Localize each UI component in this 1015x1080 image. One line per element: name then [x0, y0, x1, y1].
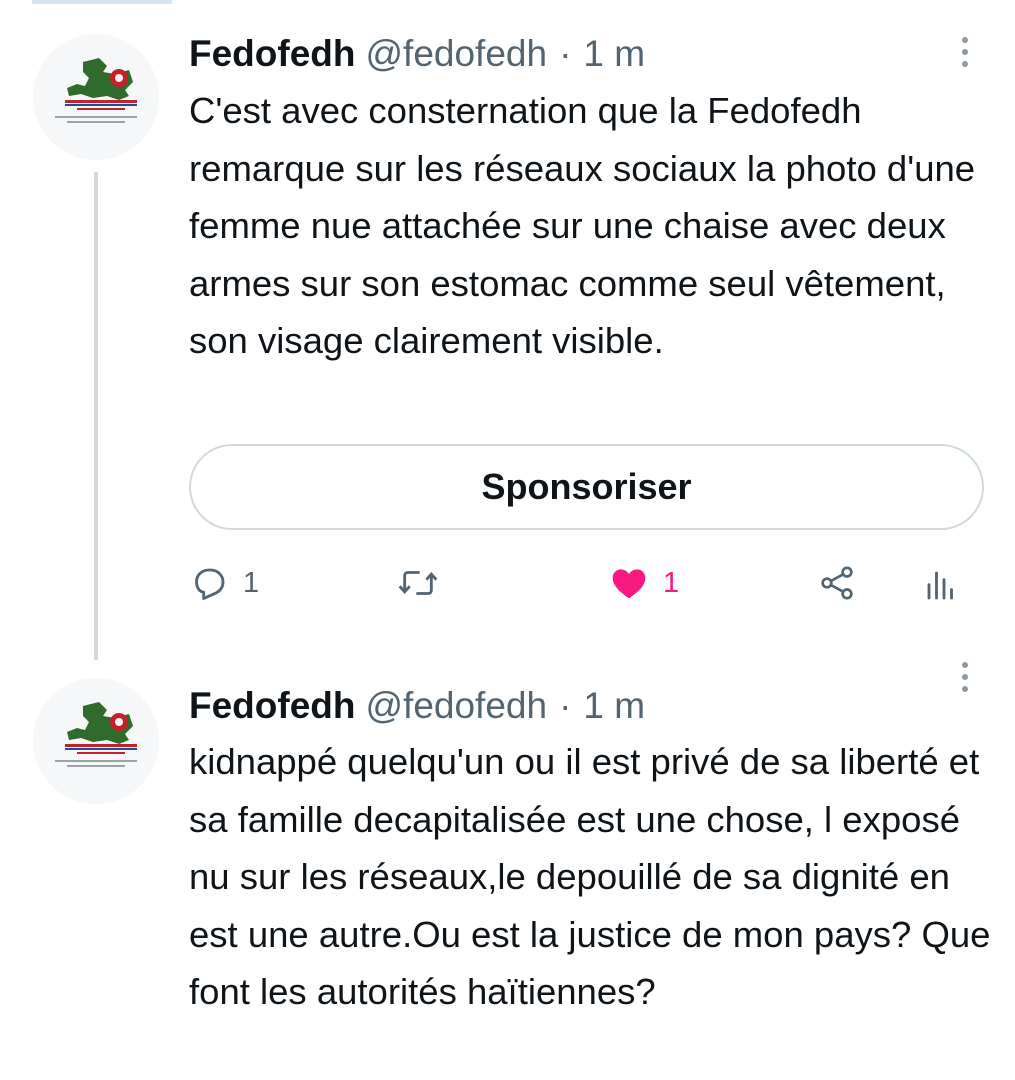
retweet-button[interactable]: [396, 555, 454, 611]
avatar[interactable]: [33, 678, 159, 804]
analytics-button[interactable]: [919, 555, 959, 611]
avatar[interactable]: [33, 34, 159, 160]
more-dot: [962, 49, 968, 55]
share-icon: [821, 566, 853, 600]
more-vertical-icon: [962, 662, 968, 668]
author-handle[interactable]: @fedofedh: [365, 33, 547, 75]
reply-count: 1: [243, 566, 260, 599]
sponsor-button[interactable]: Sponsoriser: [189, 444, 984, 530]
like-button[interactable]: 1: [609, 555, 679, 611]
author-name[interactable]: Fedofedh: [189, 685, 355, 727]
more-vertical-icon: [962, 37, 968, 43]
fedofedh-logo: [33, 34, 159, 160]
like-count: 1: [663, 566, 680, 599]
reply-button[interactable]: 1: [189, 555, 259, 611]
retweet-icon: [398, 571, 438, 595]
header-separator: ·: [559, 33, 572, 74]
analytics-icon: [927, 571, 953, 600]
more-options-button[interactable]: [950, 655, 980, 699]
author-handle[interactable]: @fedofedh: [365, 685, 547, 727]
reply-icon: [195, 568, 225, 600]
header-separator: ·: [559, 685, 572, 726]
author-name[interactable]: Fedofedh: [189, 33, 355, 75]
share-button[interactable]: [817, 555, 857, 611]
tweet-header: Fedofedh @fedofedh · 1 m: [189, 681, 645, 731]
more-dot: [962, 674, 968, 680]
fedofedh-logo: [33, 678, 159, 804]
tweet-2[interactable]: Fedofedh @fedofedh · 1 m kidnappé quelqu…: [0, 650, 1015, 1080]
more-dot: [962, 686, 968, 692]
tweet-text: kidnappé quelqu'un ou il est privé de sa…: [189, 741, 991, 1012]
tweet-text: C'est avec consternation que la Fedofedh…: [189, 90, 976, 361]
tweet-1[interactable]: Fedofedh @fedofedh · 1 m C'est avec cons…: [0, 0, 1015, 650]
tweet-actions: 1 1: [189, 555, 979, 611]
heart-filled-icon: [612, 569, 646, 599]
tweet-time[interactable]: 1 m: [583, 685, 645, 727]
more-dot: [962, 61, 968, 67]
tweet-header: Fedofedh @fedofedh · 1 m: [189, 29, 645, 79]
more-options-button[interactable]: [950, 30, 980, 74]
tweet-time[interactable]: 1 m: [583, 33, 645, 75]
